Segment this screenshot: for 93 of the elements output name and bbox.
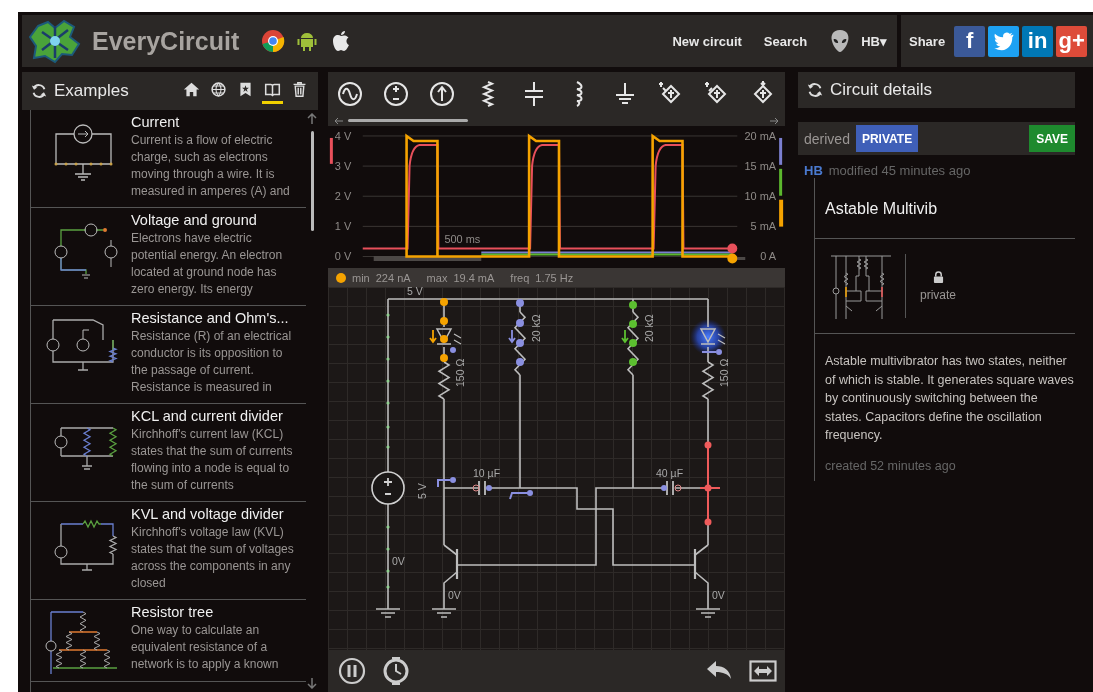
example-description: Current is a flow of electric charge, such as electrons moving through a wire. It is measured in amperes (A) and [131,132,291,200]
stat-label: freq [510,271,530,284]
example-list-item[interactable]: Resistance and Ohm's... Resistance (R) of an electrical conductor is its opposition to the passage of current. Resistance is measured in [31,306,306,404]
axis-label: 0 V [334,250,352,263]
circuit-schematic-drawing[interactable] [371,298,726,618]
trace-legend-marker[interactable] [779,137,783,165]
stat-value: 19.4 mA [453,271,495,284]
example-title: Voltage and ground [131,212,258,228]
axis-label: 1 V [334,220,352,233]
axis-label: 3 V [334,159,352,172]
example-description: Kirchhoff's voltage law (KVL) states that the sum of voltages across the components in any closed [131,524,295,592]
circuit-name: Astable Multivib [815,178,1075,239]
stat-label: min [352,271,370,284]
scroll-right-icon[interactable] [769,116,779,125]
nav-link[interactable]: Search [763,33,808,49]
trace-legend-marker[interactable] [329,137,333,164]
example-title: KVL and voltage divider [131,506,285,522]
axis-label: 20 mA [744,129,777,142]
home-icon [183,80,200,98]
trash-icon [291,80,308,98]
example-list-item[interactable]: KCL and current divider Kirchhoff's current law (KCL) states that the sum of currents flowing into a node is equal to the sum of currents [31,404,306,502]
example-list-item[interactable]: Resistor tree One way to calculate an equivalent resistance of a network is to apply a known [31,600,306,682]
example-description: Resistance (R) of an electrical conductor is its opposition to the passage of current. Resistance is measured in [131,328,293,396]
scrollbar-thumb[interactable] [348,119,468,123]
example-description: Electrons have electric potential energy. An electron located at ground node has zero energy. Its energy [131,230,284,298]
stat-value: 224 nA [375,271,411,284]
trace-legend-marker[interactable] [779,199,784,227]
time-scale-label: 500 ms [444,232,481,245]
scroll-left-icon[interactable] [334,116,344,125]
refresh-icon[interactable] [806,81,824,99]
example-title: KCL and current divider [131,408,284,424]
axis-label: 10 mA [744,190,777,202]
globe-icon [210,80,227,98]
created-time: created 52 minutes ago [824,457,957,475]
bird-icon [992,30,1015,52]
component-value-label: 0V [392,555,405,568]
component-value-label: 0V [448,589,461,602]
user-menu-button[interactable]: HB▾ [861,33,887,49]
example-title: Resistor tree [131,604,215,620]
browser-icon[interactable] [261,29,286,53]
sine-source-icon[interactable] [336,79,364,108]
visibility-button[interactable]: PRIVATE [855,125,919,152]
share-button[interactable]: in [1022,25,1054,57]
voltage-source-icon[interactable] [381,79,410,108]
component-value-label: 40 µF [656,467,684,480]
circuit-description: Astable multivibrator has two states, neither of which is stable. It generates square waves by continuously switching between the states. Capacitors define the oscillation frequency. [824,353,1075,444]
current-source-icon[interactable] [427,79,456,108]
refresh-icon[interactable] [30,82,48,100]
save-button[interactable]: SAVE [1029,125,1075,152]
example-list-item[interactable]: KVL and voltage divider Kirchhoff's voltage law (KVL) states that the sum of voltages across the components in any closed [31,502,306,600]
example-list-item[interactable]: Current Current is a flow of electric charge, such as electrons moving through a wire. It is measured in amperes (A) and [31,110,306,208]
scroll-down-icon[interactable] [306,677,318,689]
stat-value: 1.75 Hz [535,271,574,284]
scroll-up-icon[interactable] [306,113,318,125]
component-value-label: 5 V [416,483,428,500]
stat-label: max [426,271,448,284]
logo-icon[interactable] [28,18,82,64]
clock-icon[interactable] [382,657,410,686]
component-value-label: 10 µF [473,467,501,480]
panel-title: Examples [54,81,129,101]
axis-label: 5 mA [750,220,777,233]
example-title: Current [131,114,181,130]
derived-label: derived [804,130,850,147]
component-value-label: 20 kΩ [530,314,542,343]
trace-legend-marker[interactable] [779,168,783,196]
share-button[interactable]: f [954,25,986,57]
share-button[interactable]: g+ [1056,25,1088,57]
author-initials[interactable]: HB [804,163,823,178]
bookmark-icon [237,80,254,98]
lock-icon [932,270,944,284]
share-button[interactable] [988,25,1020,57]
example-description: One way to calculate an equivalent resistance of a network is to apply a known [131,622,280,673]
example-description: Kirchhoff's current law (KCL) states that the sum of currents flowing into a node is equal to the sum of currents [131,426,294,494]
nav-link[interactable]: New circuit [672,33,742,49]
share-label: Share [909,33,946,49]
component-value-label: 20 kΩ [643,314,655,343]
axis-label: 2 V [334,190,352,202]
component-value-label: 150 Ω [454,358,466,388]
component-value-label: 150 Ω [718,358,730,388]
component-value-label: 0V [712,589,725,602]
axis-label: 15 mA [744,159,777,172]
panel-title: Circuit details [830,80,933,100]
example-title: Resistance and Ohm's... [131,310,290,326]
brand-name: EveryCircuit [92,26,240,56]
example-list-item[interactable]: Voltage and ground Electrons have electric potential energy. An electron located at ground node has zero energy. Its energy [31,208,306,306]
axis-label: 0 A [760,250,777,263]
axis-label: 4 V [334,129,352,142]
modified-time: modified 45 minutes ago [828,163,971,178]
circuit-canvas[interactable]: 5 V 20 kΩ 20 kΩ 150 Ω 150 Ω 10 µF 40 µF 5 V 0V 0V 0V [328,287,785,651]
privacy-label: private [920,287,957,302]
scrollbar-thumb[interactable] [310,131,314,231]
pause-icon[interactable] [338,657,366,686]
component-value-label: 5 V [407,287,423,298]
